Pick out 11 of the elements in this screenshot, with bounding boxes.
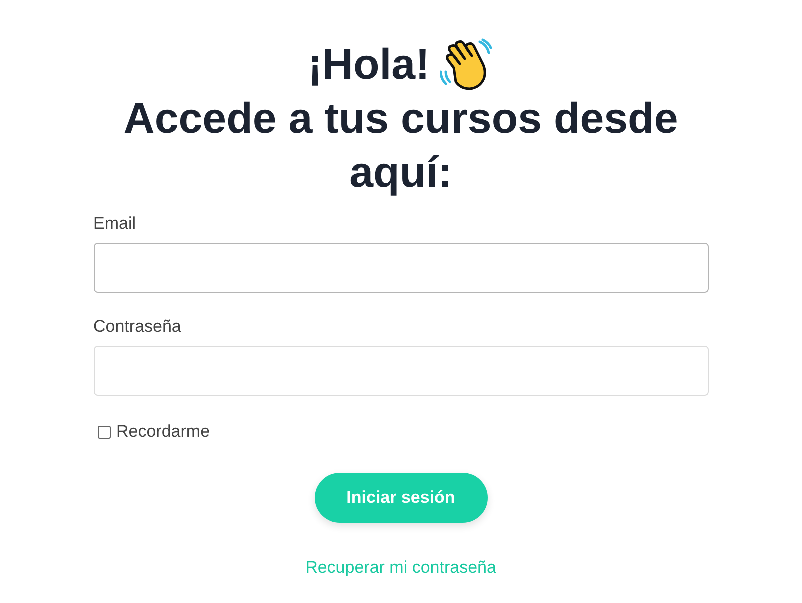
input-field[interactable] <box>94 346 708 396</box>
waving-hand-icon <box>440 38 494 92</box>
remember-label: Recordarme <box>116 422 210 442</box>
login-button[interactable]: Iniciar sesión <box>314 473 488 523</box>
remember-checkbox[interactable] <box>98 426 110 438</box>
field-label: Contraseña <box>94 317 182 337</box>
field-label: Email <box>94 214 136 234</box>
subtitle-heading: Accede a tus cursos desde aquí: <box>122 94 680 199</box>
recover-password-link[interactable]: Recuperar mi contraseña <box>306 558 496 578</box>
greeting-heading: ¡Hola! <box>308 40 430 91</box>
input-field[interactable] <box>94 243 708 293</box>
